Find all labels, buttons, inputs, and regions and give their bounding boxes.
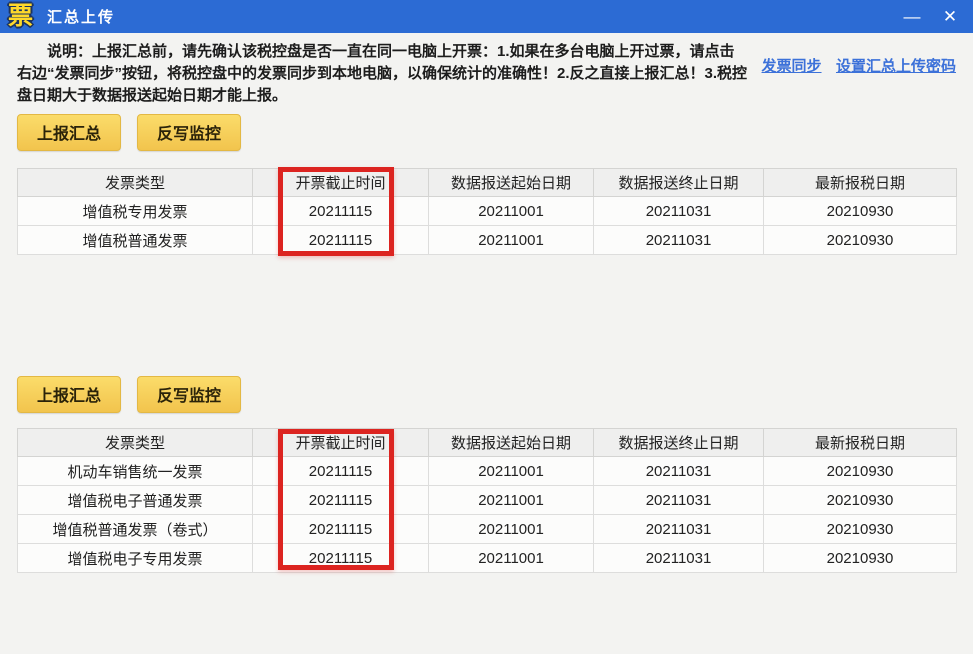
column-header-invoice-type: 发票类型	[17, 428, 253, 457]
table-row: 增值税普通发票 20211115 20211001 20211031 20210…	[17, 225, 957, 255]
button-row-1: 上报汇总 反写监控	[17, 114, 956, 151]
set-upload-password-link[interactable]: 设置汇总上传密码	[836, 58, 956, 75]
invoice-table-2: 发票类型 开票截止时间 数据报送起始日期 数据报送终止日期 最新报税日期 机动车…	[17, 428, 957, 573]
table-cell: 20211115	[252, 225, 429, 255]
notice-text: 说明：上报汇总前，请先确认该税控盘是否一直在同一电脑上开票：1.如果在多台电脑上…	[17, 43, 748, 104]
table-cell: 20211115	[252, 196, 429, 226]
window-title: 汇总上传	[47, 9, 116, 26]
main-content: 说明：上报汇总前，请先确认该税控盘是否一直在同一电脑上开票：1.如果在多台电脑上…	[0, 33, 973, 573]
button-row-2: 上报汇总 反写监控	[17, 376, 956, 413]
table-cell: 20211031	[593, 225, 764, 255]
table-cell: 20211031	[593, 514, 764, 544]
invoice-table-2-wrap: 发票类型 开票截止时间 数据报送起始日期 数据报送终止日期 最新报税日期 机动车…	[17, 428, 957, 573]
invoice-sync-link[interactable]: 发票同步	[762, 58, 822, 75]
table-cell: 20210930	[763, 514, 957, 544]
table-cell: 增值税专用发票	[17, 196, 253, 226]
table-cell: 增值税电子专用发票	[17, 543, 253, 573]
table-cell: 20210930	[763, 196, 957, 226]
table-cell: 增值税普通发票（卷式）	[17, 514, 253, 544]
table-cell: 增值税普通发票	[17, 225, 253, 255]
table-cell: 20211001	[428, 196, 594, 226]
table-cell: 20211115	[252, 485, 429, 515]
table-cell: 20211001	[428, 514, 594, 544]
table-cell: 机动车销售统一发票	[17, 456, 253, 486]
title-bar: 票 汇总上传 — ✕	[0, 0, 973, 33]
notice-row: 说明：上报汇总前，请先确认该税控盘是否一直在同一电脑上开票：1.如果在多台电脑上…	[17, 41, 956, 107]
table-cell: 20210930	[763, 225, 957, 255]
column-header-report-end-date: 数据报送终止日期	[593, 168, 764, 197]
table-cell: 20211031	[593, 456, 764, 486]
column-header-report-start-date: 数据报送起始日期	[428, 428, 594, 457]
table-cell: 20211031	[593, 196, 764, 226]
window-controls: — ✕	[901, 8, 961, 25]
table-row: 增值税电子专用发票 20211115 20211001 20211031 202…	[17, 543, 957, 573]
table-header-row: 发票类型 开票截止时间 数据报送起始日期 数据报送终止日期 最新报税日期	[17, 168, 957, 197]
column-header-latest-tax-date: 最新报税日期	[763, 428, 957, 457]
table-header-row: 发票类型 开票截止时间 数据报送起始日期 数据报送终止日期 最新报税日期	[17, 428, 957, 457]
writeback-monitor-button-1[interactable]: 反写监控	[137, 114, 242, 151]
invoice-table-1-wrap: 发票类型 开票截止时间 数据报送起始日期 数据报送终止日期 最新报税日期 增值税…	[17, 167, 957, 256]
table-row: 增值税普通发票（卷式） 20211115 20211001 20211031 2…	[17, 514, 957, 544]
table-cell: 20211001	[428, 485, 594, 515]
close-icon[interactable]: ✕	[939, 8, 961, 25]
table-cell: 20211001	[428, 456, 594, 486]
table-cell: 20211001	[428, 543, 594, 573]
report-summary-button-1[interactable]: 上报汇总	[17, 114, 122, 151]
column-header-report-end-date: 数据报送终止日期	[593, 428, 764, 457]
table-cell: 20211115	[252, 514, 429, 544]
table-row: 增值税专用发票 20211115 20211001 20211031 20210…	[17, 196, 957, 226]
column-header-report-start-date: 数据报送起始日期	[428, 168, 594, 197]
table-cell: 20211031	[593, 485, 764, 515]
column-header-invoice-type: 发票类型	[17, 168, 253, 197]
minimize-icon[interactable]: —	[901, 8, 923, 25]
table-row: 增值税电子普通发票 20211115 20211001 20211031 202…	[17, 485, 957, 515]
invoice-table-1: 发票类型 开票截止时间 数据报送起始日期 数据报送终止日期 最新报税日期 增值税…	[17, 168, 957, 255]
table-cell: 20211115	[252, 543, 429, 573]
table-cell: 20211031	[593, 543, 764, 573]
top-right-links: 发票同步 设置汇总上传密码	[752, 55, 956, 76]
table-cell: 增值税电子普通发票	[17, 485, 253, 515]
table-cell: 20210930	[763, 456, 957, 486]
writeback-monitor-button-2[interactable]: 反写监控	[137, 376, 242, 413]
column-header-issue-deadline: 开票截止时间	[252, 168, 429, 197]
table-cell: 20211001	[428, 225, 594, 255]
table-cell: 20210930	[763, 543, 957, 573]
table-cell: 20210930	[763, 485, 957, 515]
table-row: 机动车销售统一发票 20211115 20211001 20211031 202…	[17, 456, 957, 486]
app-ticket-icon: 票	[8, 2, 34, 30]
report-summary-button-2[interactable]: 上报汇总	[17, 376, 122, 413]
table-cell: 20211115	[252, 456, 429, 486]
column-header-issue-deadline: 开票截止时间	[252, 428, 429, 457]
column-header-latest-tax-date: 最新报税日期	[763, 168, 957, 197]
